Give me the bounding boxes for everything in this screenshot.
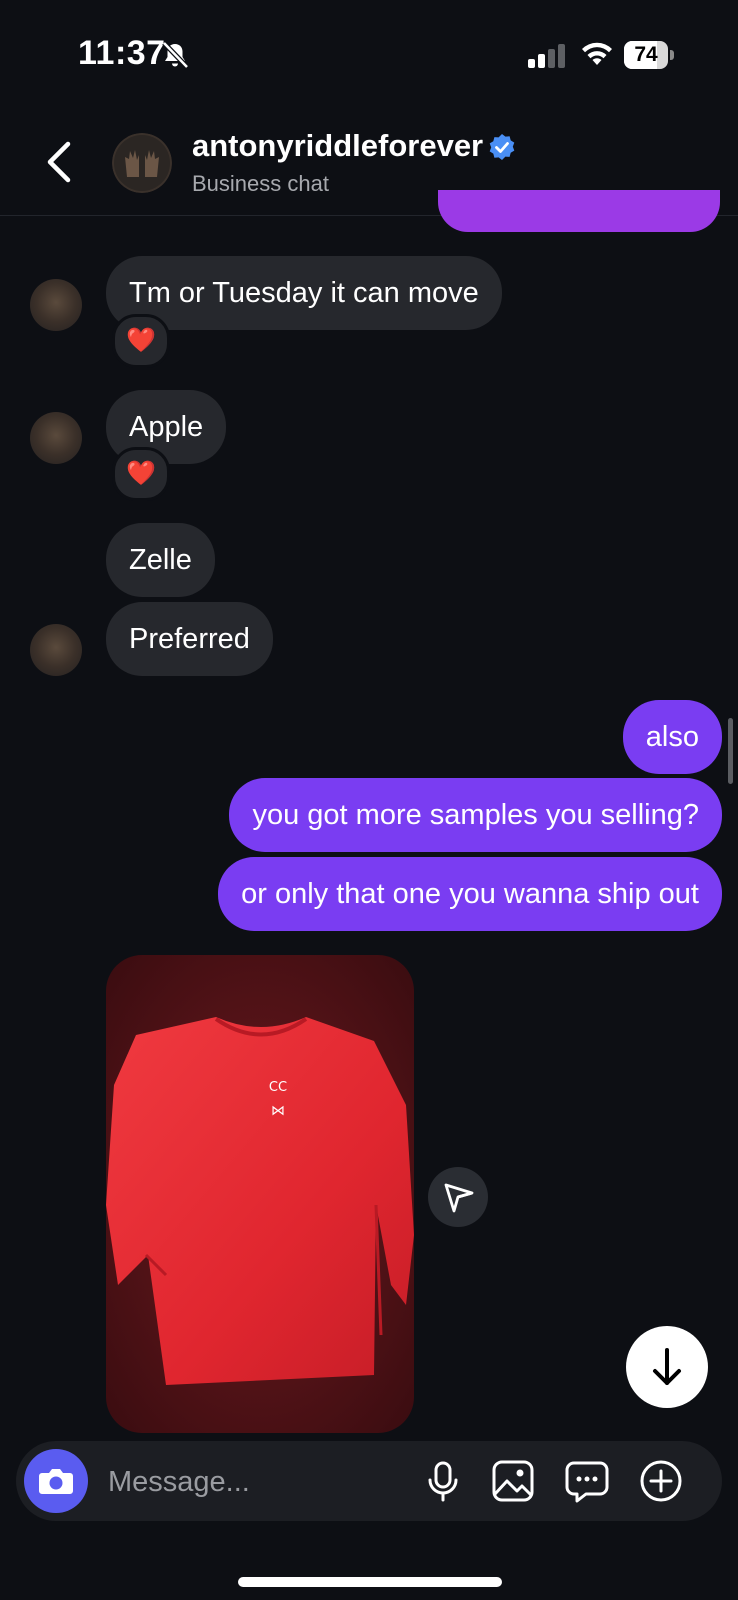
- message-bubble-outgoing[interactable]: or only that one you wanna ship out: [218, 857, 722, 931]
- home-indicator: [238, 1577, 502, 1587]
- battery-percent: 74: [634, 43, 658, 66]
- avatar-hands-image: [112, 133, 172, 193]
- heart-reaction-icon[interactable]: ❤️: [112, 447, 170, 501]
- header-username[interactable]: antonyriddleforever: [192, 128, 483, 164]
- header-avatar[interactable]: [112, 133, 172, 193]
- cellular-signal-icon: [528, 44, 565, 68]
- message-bubble-incoming[interactable]: Zelle: [106, 523, 215, 597]
- verified-badge-icon: [489, 134, 515, 160]
- wifi-icon: [582, 42, 612, 65]
- camera-button[interactable]: [24, 1449, 88, 1513]
- outgoing-bubble-partial: [438, 190, 720, 232]
- svg-text:⋈: ⋈: [271, 1103, 285, 1119]
- message-bubble-outgoing[interactable]: also: [622, 700, 722, 774]
- heart-reaction-icon[interactable]: ❤️: [112, 314, 170, 368]
- arrow-down-icon: [653, 1348, 681, 1385]
- message-input[interactable]: [106, 1458, 400, 1506]
- sticker-chat-icon[interactable]: [564, 1458, 610, 1504]
- photo-message[interactable]: CC ⋈: [106, 955, 414, 1433]
- back-button[interactable]: [38, 132, 84, 192]
- header-subtitle: Business chat: [192, 171, 329, 196]
- scroll-to-bottom-button[interactable]: [626, 1326, 708, 1408]
- message-bubble-incoming[interactable]: Preferred: [106, 602, 273, 676]
- battery-icon: 74: [624, 41, 674, 69]
- camera-icon: [39, 1469, 73, 1494]
- message-bubble-incoming[interactable]: Tm or Tuesday it can move: [106, 256, 502, 330]
- message-bubble-outgoing[interactable]: you got more samples you selling?: [229, 778, 722, 852]
- share-button[interactable]: [428, 1167, 488, 1227]
- microphone-icon[interactable]: [420, 1458, 466, 1504]
- bell-slash-icon: [162, 41, 189, 69]
- sender-avatar[interactable]: [30, 624, 82, 676]
- gallery-icon[interactable]: [490, 1458, 536, 1504]
- svg-text:CC: CC: [269, 1080, 287, 1095]
- sender-avatar[interactable]: [30, 412, 82, 464]
- sender-avatar[interactable]: [30, 279, 82, 331]
- paper-plane-icon: [444, 1183, 474, 1213]
- status-time: 11:37: [78, 34, 166, 72]
- photo-red-shirt: CC ⋈: [106, 955, 414, 1433]
- scrollbar[interactable]: [728, 718, 733, 784]
- plus-circle-icon[interactable]: [638, 1458, 684, 1504]
